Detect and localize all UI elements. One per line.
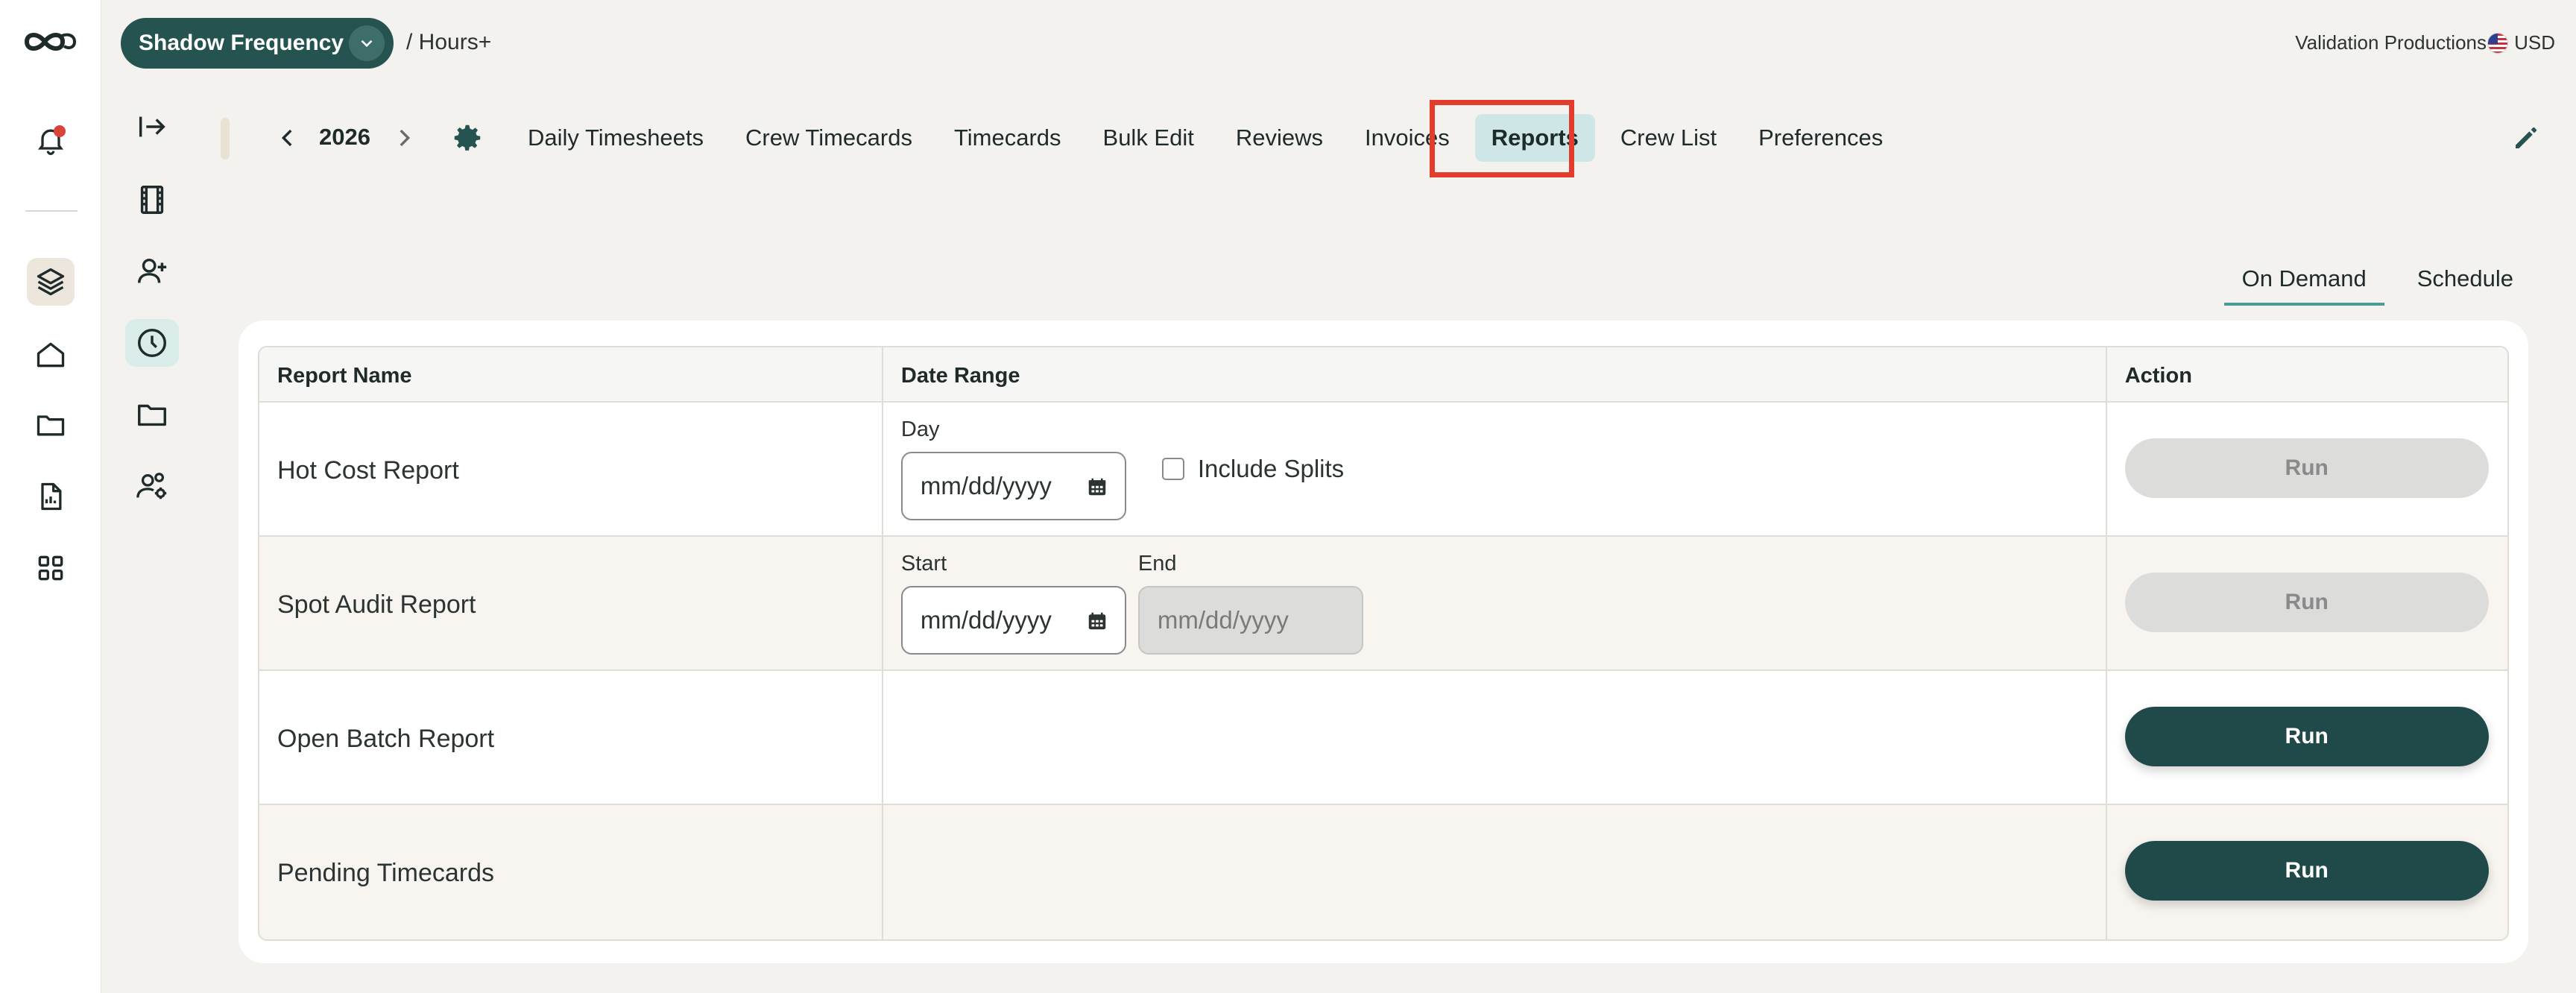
report-name: Hot Cost Report bbox=[277, 456, 459, 485]
currency-label: USD bbox=[2514, 31, 2555, 54]
gear-icon[interactable] bbox=[447, 118, 487, 158]
layers-icon[interactable] bbox=[27, 258, 75, 306]
pencil-icon[interactable] bbox=[2506, 118, 2546, 158]
report-name: Spot Audit Report bbox=[277, 590, 476, 619]
clock-icon[interactable] bbox=[125, 319, 179, 367]
tab-on-demand[interactable]: On Demand bbox=[2223, 259, 2384, 306]
add-user-icon[interactable] bbox=[125, 248, 179, 295]
company-name: Validation Productions bbox=[2295, 31, 2487, 54]
table-row: Spot Audit Report Start mm/dd/yyyy End m… bbox=[259, 537, 2507, 671]
breadcrumb[interactable]: / Hours+ bbox=[406, 30, 491, 55]
film-icon[interactable] bbox=[125, 176, 179, 224]
logo-icon[interactable] bbox=[22, 27, 79, 57]
day-label: Day bbox=[900, 417, 940, 441]
tab-daily-timesheets[interactable]: Daily Timesheets bbox=[511, 114, 720, 162]
include-splits-label[interactable]: Include Splits bbox=[1198, 455, 1344, 483]
end-date-input[interactable]: mm/dd/yyyy bbox=[1137, 586, 1363, 655]
reports-table: Report Name Date Range Action Hot Cost R… bbox=[258, 346, 2509, 941]
report-name: Open Batch Report bbox=[277, 725, 495, 753]
date-placeholder: mm/dd/yyyy bbox=[920, 606, 1052, 634]
column-header-report-name: Report Name bbox=[259, 347, 883, 401]
report-name: Pending Timecards bbox=[277, 859, 495, 887]
us-flag-icon bbox=[2487, 32, 2509, 54]
year-label: 2026 bbox=[319, 124, 370, 150]
report-document-icon[interactable] bbox=[27, 473, 75, 520]
module-tabs: Daily Timesheets Crew Timecards Timecard… bbox=[511, 112, 1908, 164]
run-button[interactable]: Run bbox=[2124, 841, 2489, 901]
run-button[interactable]: Run bbox=[2124, 438, 2489, 498]
team-settings-icon[interactable] bbox=[125, 462, 179, 510]
tab-crew-timecards[interactable]: Crew Timecards bbox=[729, 114, 929, 162]
start-date-input[interactable]: mm/dd/yyyy bbox=[900, 586, 1126, 655]
previous-year-button[interactable] bbox=[271, 119, 304, 157]
apps-grid-icon[interactable] bbox=[27, 544, 75, 592]
home-icon[interactable] bbox=[27, 331, 75, 379]
table-header-row: Report Name Date Range Action bbox=[259, 347, 2507, 403]
column-header-date-range: Date Range bbox=[883, 347, 2107, 401]
column-header-action: Action bbox=[2124, 364, 2192, 388]
production-selector[interactable]: Shadow Frequency bbox=[121, 18, 394, 69]
calendar-icon[interactable] bbox=[1086, 476, 1108, 498]
tab-preferences[interactable]: Preferences bbox=[1742, 114, 1899, 162]
notification-bell-icon[interactable] bbox=[27, 116, 75, 164]
table-row: Open Batch Report Run bbox=[259, 671, 2507, 805]
reports-card: Report Name Date Range Action Hot Cost R… bbox=[239, 321, 2528, 963]
end-label: End bbox=[1137, 552, 1177, 576]
folder-icon[interactable] bbox=[125, 391, 179, 438]
tab-crew-list[interactable]: Crew List bbox=[1604, 114, 1733, 162]
tab-timecards[interactable]: Timecards bbox=[938, 114, 1078, 162]
report-view-tabs: On Demand Schedule bbox=[2223, 259, 2531, 306]
calendar-icon[interactable] bbox=[1086, 610, 1108, 632]
run-button[interactable]: Run bbox=[2124, 573, 2489, 632]
include-splits-checkbox[interactable] bbox=[1161, 458, 1184, 480]
tab-bulk-edit[interactable]: Bulk Edit bbox=[1087, 114, 1210, 162]
currency-selector[interactable]: USD bbox=[2487, 31, 2555, 54]
chevron-down-icon[interactable] bbox=[349, 25, 385, 61]
table-row: Hot Cost Report Day mm/dd/yyyy Include S… bbox=[259, 403, 2507, 537]
collapse-sidebar-icon[interactable] bbox=[125, 103, 179, 151]
production-name: Shadow Frequency bbox=[139, 31, 344, 55]
folder-icon[interactable] bbox=[27, 401, 75, 449]
notification-badge bbox=[54, 125, 66, 137]
next-year-button[interactable] bbox=[388, 119, 420, 157]
tab-reviews[interactable]: Reviews bbox=[1219, 114, 1339, 162]
nav-scroll-indicator[interactable] bbox=[221, 118, 230, 160]
start-label: Start bbox=[900, 552, 947, 576]
rail-divider bbox=[25, 210, 78, 212]
tab-schedule[interactable]: Schedule bbox=[2399, 259, 2531, 306]
date-placeholder: mm/dd/yyyy bbox=[1157, 606, 1289, 634]
table-row: Pending Timecards Run bbox=[259, 805, 2507, 939]
app-rail bbox=[0, 0, 101, 993]
run-button[interactable]: Run bbox=[2124, 707, 2489, 766]
reports-tab-highlight bbox=[1430, 100, 1574, 177]
day-date-input[interactable]: mm/dd/yyyy bbox=[900, 452, 1126, 520]
date-placeholder: mm/dd/yyyy bbox=[920, 472, 1052, 499]
